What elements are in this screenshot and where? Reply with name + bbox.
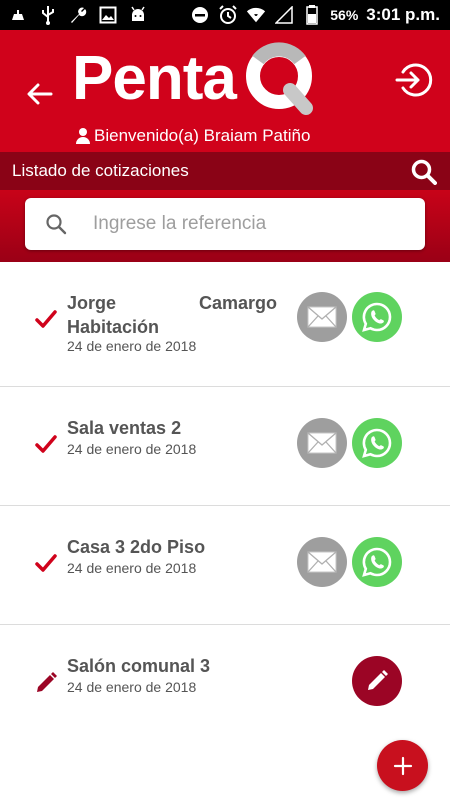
quote-item[interactable]: Casa 3 2do Piso 24 de enero de 2018: [0, 506, 450, 625]
logo-text: Penta: [72, 44, 237, 113]
envelope-icon: [307, 551, 337, 573]
image-icon: [98, 5, 118, 25]
quote-item[interactable]: Salón comunal 3 24 de enero de 2018: [0, 625, 450, 735]
edit-button[interactable]: [352, 656, 402, 706]
status-bar-left: [8, 5, 148, 25]
android-icon: [128, 5, 148, 25]
wrench-icon: [68, 5, 88, 25]
do-not-disturb-icon: [190, 5, 210, 25]
search-area: [0, 190, 450, 262]
welcome-text: Bienvenido(a) Braiam Patiño: [94, 126, 311, 145]
page-title: Listado de cotizaciones: [12, 161, 189, 180]
envelope-icon: [307, 306, 337, 328]
battery-icon: [302, 5, 322, 25]
logo-q-icon: [245, 42, 313, 115]
edit-icon: [368, 670, 388, 690]
quote-date: 24 de enero de 2018: [67, 679, 197, 695]
envelope-icon: [307, 432, 337, 454]
app-header: Penta Bienvenido(a) Braiam Patiño: [0, 30, 450, 152]
clock: 3:01 p.m.: [366, 5, 440, 24]
quote-title-line1: Jorge Camargo: [67, 291, 277, 315]
email-button[interactable]: [297, 537, 347, 587]
quote-title-line2: Habitación: [67, 317, 160, 337]
check-icon: [35, 554, 57, 572]
search-box: [25, 198, 425, 250]
wifi-icon: [246, 5, 266, 25]
whatsapp-icon: [362, 547, 392, 577]
whatsapp-button[interactable]: [352, 292, 402, 342]
usb-icon: [38, 5, 58, 25]
status-bar-right: 56% 3:01 p.m.: [190, 5, 440, 25]
title-bar: Listado de cotizaciones: [0, 152, 450, 190]
quote-title: Jorge Camargo Habitación: [67, 291, 277, 339]
search-field-icon: [46, 214, 67, 235]
pencil-icon: [37, 672, 57, 692]
check-icon: [35, 310, 57, 328]
status-bar: 56% 3:01 p.m.: [0, 0, 450, 30]
quote-item[interactable]: Jorge Camargo Habitación 24 de enero de …: [0, 262, 450, 387]
search-button[interactable]: [410, 158, 438, 186]
quote-item[interactable]: Sala ventas 2 24 de enero de 2018: [0, 387, 450, 506]
check-icon: [35, 435, 57, 453]
quote-date: 24 de enero de 2018: [67, 338, 197, 354]
whatsapp-button[interactable]: [352, 418, 402, 468]
search-input[interactable]: [93, 208, 413, 240]
user-icon: [76, 128, 90, 144]
quote-date: 24 de enero de 2018: [67, 441, 197, 457]
whatsapp-button[interactable]: [352, 537, 402, 587]
signal-icon: [274, 5, 294, 25]
add-quote-button[interactable]: [377, 740, 428, 791]
whatsapp-icon: [362, 428, 392, 458]
email-button[interactable]: [297, 418, 347, 468]
logout-button[interactable]: [394, 60, 434, 100]
quote-title: Salón comunal 3: [67, 656, 211, 676]
plus-icon: [393, 756, 412, 775]
battery-level: 56%: [330, 7, 359, 23]
arrow-left-icon: [27, 83, 53, 105]
logout-icon: [395, 63, 433, 97]
quote-date: 24 de enero de 2018: [67, 560, 197, 576]
quote-title: Casa 3 2do Piso: [67, 537, 206, 557]
quote-title-last-name: Camargo: [198, 293, 277, 313]
welcome-message: Bienvenido(a) Braiam Patiño: [76, 126, 310, 146]
quote-title: Sala ventas 2: [67, 418, 182, 438]
notification-icon: [8, 5, 28, 25]
email-button[interactable]: [297, 292, 347, 342]
search-icon: [411, 159, 437, 185]
alarm-icon: [218, 5, 238, 25]
whatsapp-icon: [362, 302, 392, 332]
quote-title-first-name: Jorge: [67, 293, 117, 313]
back-button[interactable]: [24, 78, 56, 110]
app-logo: Penta: [72, 40, 322, 118]
